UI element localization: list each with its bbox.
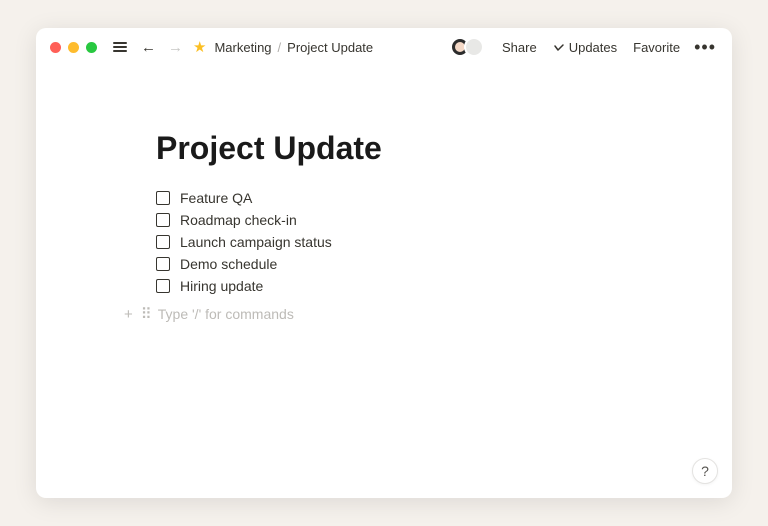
checkbox[interactable] <box>156 191 170 205</box>
todo-label[interactable]: Launch campaign status <box>180 234 332 250</box>
page-title[interactable]: Project Update <box>156 130 642 167</box>
updates-button[interactable]: Updates <box>549 38 621 57</box>
star-icon: ★ <box>193 38 206 56</box>
placeholder-text[interactable]: Type '/' for commands <box>158 306 294 322</box>
chevron-down-icon <box>553 42 565 54</box>
page-content: Project Update Feature QA Roadmap check-… <box>36 66 732 323</box>
window-controls <box>50 42 97 53</box>
nav-forward-button[interactable]: → <box>166 40 185 55</box>
app-window: ← → ★ Marketing / Project Update Share U… <box>36 28 732 498</box>
drag-handle-icon[interactable]: ⠿ <box>141 305 150 323</box>
minimize-window-button[interactable] <box>68 42 79 53</box>
help-button[interactable]: ? <box>692 458 718 484</box>
avatar[interactable] <box>464 37 484 57</box>
titlebar: ← → ★ Marketing / Project Update Share U… <box>36 28 732 66</box>
todo-label[interactable]: Feature QA <box>180 190 252 206</box>
todo-label[interactable]: Demo schedule <box>180 256 277 272</box>
collaborator-avatars[interactable] <box>450 37 484 57</box>
updates-label: Updates <box>569 40 617 55</box>
nav-back-button[interactable]: ← <box>139 40 158 55</box>
favorite-button[interactable]: Favorite <box>629 38 684 57</box>
add-block-icon[interactable]: + <box>124 306 133 323</box>
checkbox[interactable] <box>156 235 170 249</box>
share-button[interactable]: Share <box>498 38 541 57</box>
todo-label[interactable]: Roadmap check-in <box>180 212 297 228</box>
breadcrumb-separator: / <box>278 40 282 55</box>
checkbox[interactable] <box>156 279 170 293</box>
todo-item[interactable]: Launch campaign status <box>156 231 642 253</box>
todo-item[interactable]: Feature QA <box>156 187 642 209</box>
todo-item[interactable]: Hiring update <box>156 275 642 297</box>
menu-icon[interactable] <box>113 42 127 52</box>
checkbox[interactable] <box>156 213 170 227</box>
close-window-button[interactable] <box>50 42 61 53</box>
todo-item[interactable]: Roadmap check-in <box>156 209 642 231</box>
breadcrumb-current[interactable]: Project Update <box>287 40 373 55</box>
new-block-row[interactable]: + ⠿ Type '/' for commands <box>124 305 642 323</box>
more-options-button[interactable]: ••• <box>692 37 718 58</box>
maximize-window-button[interactable] <box>86 42 97 53</box>
breadcrumb-parent[interactable]: Marketing <box>214 40 271 55</box>
breadcrumb: Marketing / Project Update <box>214 40 373 55</box>
todo-label[interactable]: Hiring update <box>180 278 263 294</box>
todo-item[interactable]: Demo schedule <box>156 253 642 275</box>
todo-list: Feature QA Roadmap check-in Launch campa… <box>156 187 642 297</box>
checkbox[interactable] <box>156 257 170 271</box>
